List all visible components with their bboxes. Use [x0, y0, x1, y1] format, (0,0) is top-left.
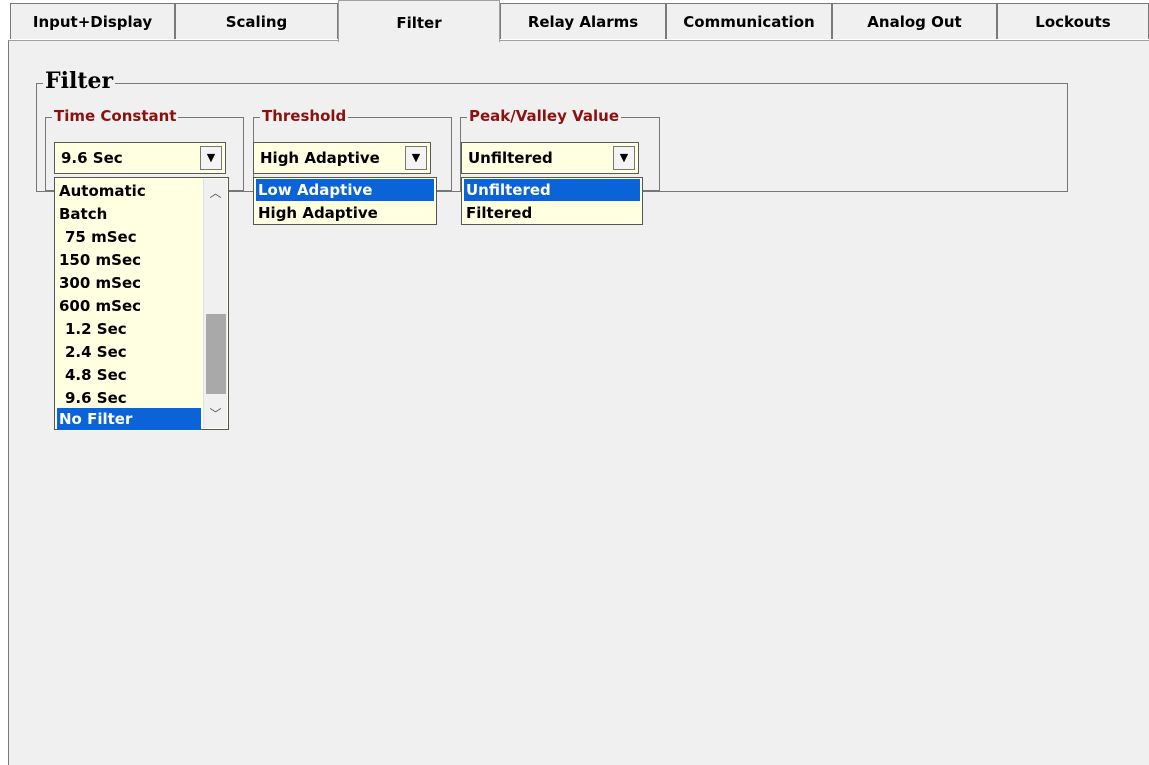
list-item[interactable]: Batch [57, 203, 107, 225]
dropdown-arrow-icon[interactable]: ▼ [613, 146, 635, 170]
option-label: Unfiltered [466, 181, 551, 199]
list-item[interactable]: Filtered [464, 202, 532, 224]
list-item[interactable]: 300 mSec [57, 272, 141, 294]
filter-group-title: Filter [43, 68, 116, 94]
tab-label: Filter [396, 14, 442, 32]
threshold-select[interactable]: High Adaptive ▼ [253, 142, 431, 174]
time-constant-select[interactable]: 9.6 Sec ▼ [54, 142, 226, 174]
peak-valley-legend: Peak/Valley Value [467, 107, 622, 125]
tab-communication[interactable]: Communication [666, 3, 832, 39]
option-label: 9.6 Sec [65, 389, 127, 407]
option-label: Batch [59, 205, 108, 223]
option-label: 2.4 Sec [65, 343, 127, 361]
scrollbar-thumb[interactable] [206, 314, 226, 394]
tab-label: Scaling [225, 13, 288, 31]
scroll-up-icon[interactable]: ︿ [204, 183, 227, 203]
threshold-dropdown-list: Low Adaptive High Adaptive [253, 177, 437, 225]
tab-relay-alarms[interactable]: Relay Alarms [500, 3, 666, 39]
tab-lockouts[interactable]: Lockouts [997, 3, 1149, 39]
tab-bar: Input+Display Scaling Filter Relay Alarm… [0, 0, 1149, 42]
list-item[interactable]: 75 mSec [57, 226, 137, 248]
option-label: 75 mSec [65, 228, 137, 246]
dropdown-scrollbar[interactable]: ︿ ﹀ [203, 179, 227, 428]
peak-valley-value: Unfiltered [468, 149, 553, 167]
threshold-legend: Threshold [260, 107, 349, 125]
option-label: Automatic [59, 182, 146, 200]
list-item[interactable]: 4.8 Sec [57, 364, 127, 386]
list-item[interactable]: 2.4 Sec [57, 341, 127, 363]
dropdown-arrow-icon[interactable]: ▼ [200, 146, 222, 170]
list-item-selected[interactable]: No Filter [56, 407, 202, 431]
time-constant-legend: Time Constant [52, 107, 179, 125]
peak-valley-select[interactable]: Unfiltered ▼ [461, 142, 639, 174]
list-item[interactable]: 1.2 Sec [57, 318, 127, 340]
list-item-selected[interactable]: Unfiltered [463, 178, 641, 202]
option-label: Filtered [466, 204, 533, 222]
tab-label: Communication [683, 13, 815, 31]
list-item[interactable]: Automatic [57, 180, 146, 202]
tab-label: Input+Display [32, 13, 153, 31]
filter-group: Filter Time Constant Threshold Peak/Vall… [36, 68, 1068, 192]
list-item[interactable]: 9.6 Sec [57, 387, 127, 409]
tab-label: Analog Out [867, 13, 962, 31]
peak-valley-dropdown-list: Unfiltered Filtered [461, 177, 643, 225]
tab-label: Lockouts [1035, 13, 1111, 31]
list-item[interactable]: 150 mSec [57, 249, 141, 271]
threshold-value: High Adaptive [260, 149, 380, 167]
list-item[interactable]: 600 mSec [57, 295, 141, 317]
option-label: 300 mSec [59, 274, 142, 292]
option-label: No Filter [59, 410, 133, 428]
tab-scaling[interactable]: Scaling [175, 3, 338, 39]
tab-input-display[interactable]: Input+Display [10, 3, 175, 39]
time-constant-dropdown-list: Automatic Batch 75 mSec 150 mSec 300 mSe… [54, 177, 229, 431]
option-label: 1.2 Sec [65, 320, 127, 338]
filter-tab-panel: Filter Time Constant Threshold Peak/Vall… [8, 40, 1149, 765]
option-label: Low Adaptive [258, 181, 373, 199]
option-label: 150 mSec [59, 251, 142, 269]
tab-analog-out[interactable]: Analog Out [832, 3, 997, 39]
option-label: 600 mSec [59, 297, 142, 315]
tab-filter[interactable]: Filter [338, 0, 500, 42]
tab-label: Relay Alarms [527, 13, 639, 31]
dropdown-arrow-icon[interactable]: ▼ [405, 146, 427, 170]
time-constant-value: 9.6 Sec [61, 149, 123, 167]
list-item[interactable]: High Adaptive [256, 202, 378, 224]
list-item-selected[interactable]: Low Adaptive [255, 178, 435, 202]
option-label: 4.8 Sec [65, 366, 127, 384]
option-label: High Adaptive [258, 204, 378, 222]
scroll-down-icon[interactable]: ﹀ [204, 404, 227, 424]
